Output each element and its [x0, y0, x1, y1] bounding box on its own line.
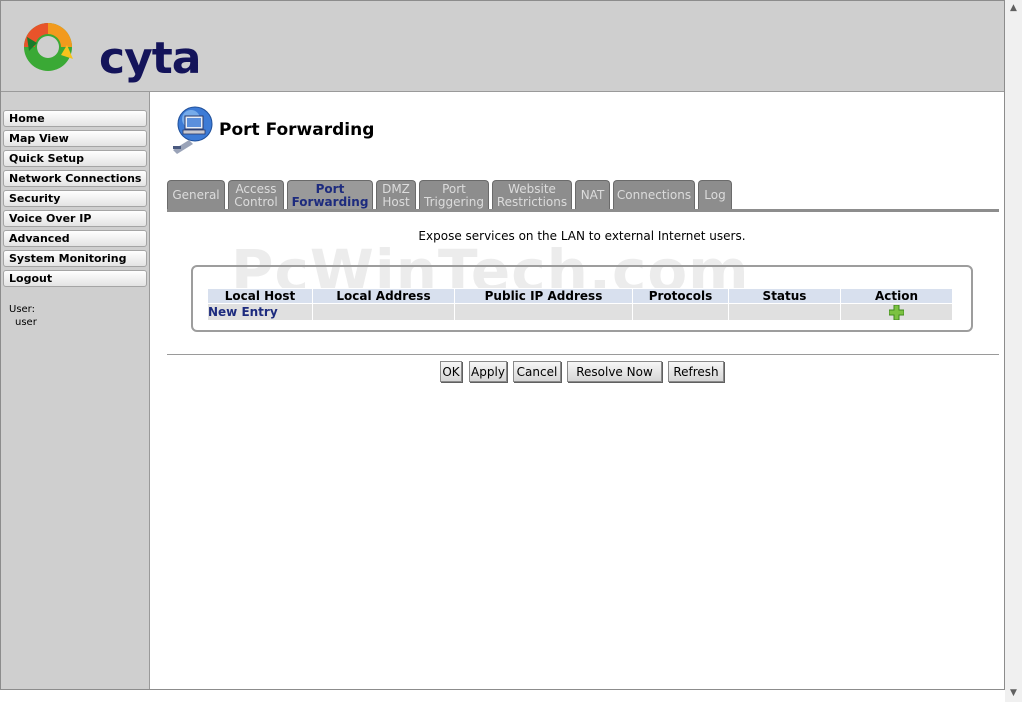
- tab-general-label: General: [172, 188, 220, 202]
- cyta-logo: cyta: [17, 15, 201, 84]
- ok-button[interactable]: OK: [440, 361, 462, 382]
- tab-port-triggering[interactable]: Port Triggering: [419, 180, 489, 210]
- port-forwarding-table: Local Host Local Address Public IP Addre…: [207, 288, 953, 321]
- brand-name: cyta: [99, 33, 201, 84]
- sidebar: Home Map View Quick Setup Network Connec…: [1, 92, 150, 689]
- add-icon[interactable]: [888, 304, 905, 320]
- cyta-swirl-logo-icon: [24, 23, 73, 71]
- new-entry-link[interactable]: New Entry: [208, 304, 312, 320]
- resolve-now-button[interactable]: Resolve Now: [567, 361, 662, 382]
- tab-website-restrictions-label-1: Website: [508, 181, 556, 196]
- tab-connections[interactable]: Connections: [613, 180, 695, 210]
- tab-dmz-host-label-2: Host: [382, 194, 410, 209]
- tab-port-forwarding-label-2: Forwarding: [291, 194, 369, 209]
- tab-port-forwarding[interactable]: Port Forwarding: [287, 180, 373, 210]
- user-label: User:: [9, 304, 35, 315]
- header-bar: cyta: [1, 1, 1004, 92]
- sidebar-item-map-view[interactable]: Map View: [3, 130, 147, 147]
- page-title: Port Forwarding: [219, 120, 375, 140]
- table-cell: [313, 304, 454, 320]
- tab-nat[interactable]: NAT: [575, 180, 610, 210]
- tab-underline: [167, 209, 999, 212]
- main-content: Port Forwarding General Access Control Po…: [159, 92, 1004, 689]
- table-cell: [633, 304, 728, 320]
- tab-log-label: Log: [704, 188, 726, 202]
- action-cell: [841, 304, 952, 320]
- column-header-local-host: Local Host: [208, 289, 312, 303]
- column-header-local-address: Local Address: [313, 289, 454, 303]
- column-header-action: Action: [841, 289, 952, 303]
- tab-website-restrictions[interactable]: Website Restrictions: [492, 180, 572, 210]
- tab-port-forwarding-label-1: Port: [315, 181, 345, 196]
- sidebar-item-system-monitoring[interactable]: System Monitoring: [3, 250, 147, 267]
- table-header-row: Local Host Local Address Public IP Addre…: [208, 289, 952, 303]
- sidebar-item-advanced[interactable]: Advanced: [3, 230, 147, 247]
- apply-button[interactable]: Apply: [469, 361, 507, 382]
- tab-nat-label: NAT: [580, 188, 605, 202]
- user-value: user: [15, 317, 37, 328]
- column-header-status: Status: [729, 289, 840, 303]
- sidebar-item-quick-setup[interactable]: Quick Setup: [3, 150, 147, 167]
- column-header-protocols: Protocols: [633, 289, 728, 303]
- sidebar-item-voice-over-ip[interactable]: Voice Over IP: [3, 210, 147, 227]
- sidebar-item-security[interactable]: Security: [3, 190, 147, 207]
- tab-website-restrictions-label-2: Restrictions: [496, 194, 568, 209]
- scroll-up-arrow-icon[interactable]: ▲: [1008, 3, 1019, 14]
- tab-access-control-label-2: Control: [234, 194, 278, 209]
- sidebar-item-logout[interactable]: Logout: [3, 270, 147, 287]
- cancel-button[interactable]: Cancel: [513, 361, 561, 382]
- column-header-public-ip-address: Public IP Address: [455, 289, 632, 303]
- tab-connections-label: Connections: [616, 188, 692, 202]
- divider: [167, 354, 999, 355]
- tab-port-triggering-label-1: Port: [442, 181, 466, 196]
- tab-dmz-host[interactable]: DMZ Host: [376, 180, 416, 210]
- scroll-down-arrow-icon[interactable]: ▼: [1008, 688, 1019, 699]
- vertical-scrollbar[interactable]: ▲ ▼: [1005, 0, 1022, 702]
- tab-bar: General Access Control Port Forwarding DMZ…: [167, 180, 999, 210]
- tab-port-triggering-label-2: Triggering: [424, 194, 484, 209]
- refresh-button[interactable]: Refresh: [668, 361, 724, 382]
- port-forwarding-computer-icon: [171, 104, 213, 154]
- page-description: Expose services on the LAN to external I…: [418, 229, 746, 243]
- tab-dmz-host-label-1: DMZ: [382, 181, 410, 196]
- table-cell: [729, 304, 840, 320]
- browser-frame: cyta Home Map View Quick Setup Network C…: [0, 0, 1005, 690]
- tab-general[interactable]: General: [167, 180, 225, 210]
- sidebar-item-home[interactable]: Home: [3, 110, 147, 127]
- table-row: New Entry: [208, 304, 952, 320]
- tab-access-control-label-1: Access: [235, 181, 277, 196]
- tab-access-control[interactable]: Access Control: [228, 180, 284, 210]
- table-cell: [455, 304, 632, 320]
- sidebar-item-network-connections[interactable]: Network Connections: [3, 170, 147, 187]
- tab-log[interactable]: Log: [698, 180, 732, 210]
